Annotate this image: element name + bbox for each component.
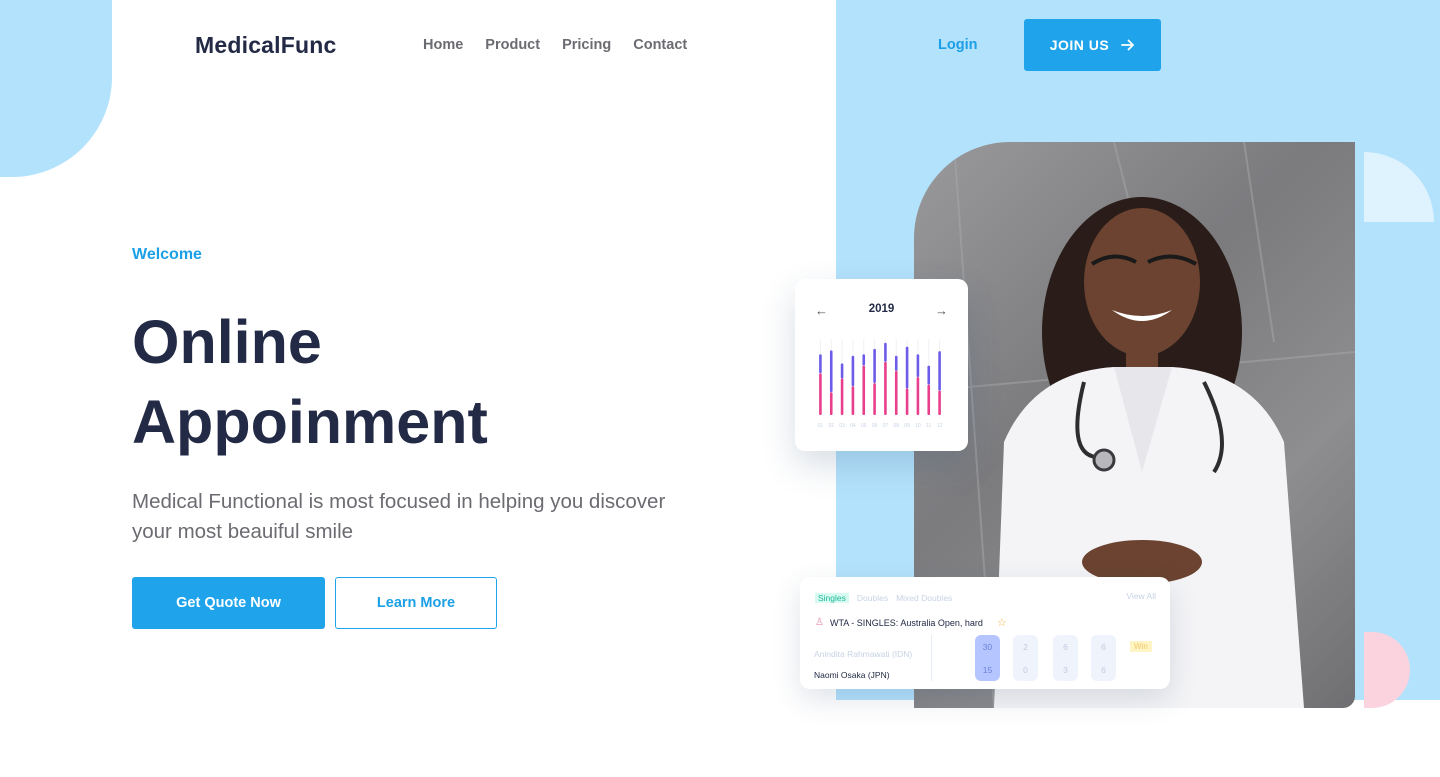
chart-tick-label: 02	[828, 423, 834, 429]
set-score-2: 2 0	[1013, 635, 1038, 681]
chart-tick-label: 12	[937, 423, 943, 429]
arrow-right-icon	[1121, 39, 1135, 51]
hero-title-line2: Appoinment	[132, 388, 488, 456]
get-quote-button[interactable]: Get Quote Now	[132, 577, 325, 629]
chart-tick-label: 07	[883, 423, 889, 429]
chart-bar-series-1	[938, 390, 941, 415]
set-score-1: 30 15	[975, 635, 1000, 681]
next-year-arrow-icon[interactable]: →	[935, 303, 948, 318]
set-3-bottom: 3	[1063, 664, 1068, 675]
chart-bar-series-2	[927, 365, 931, 385]
chart-tick-label: 01	[818, 423, 824, 429]
view-all-link[interactable]: View All	[1126, 591, 1156, 601]
join-us-label: JOIN US	[1049, 37, 1110, 53]
chart-bar-series-1	[840, 378, 844, 415]
players-list: Anindita Rahmawati (IDN) Naomi Osaka (JP…	[814, 644, 912, 686]
set-4-top: 6	[1101, 641, 1106, 652]
main-nav: Home Product Pricing Contact	[423, 37, 687, 53]
welcome-label: Welcome	[132, 246, 202, 263]
chart-bar-series-1	[851, 386, 855, 415]
chart-tick-label: 11	[926, 423, 931, 429]
chart-bar-series-1	[927, 384, 931, 415]
chart-tick-label: 03	[839, 423, 845, 429]
learn-more-button[interactable]: Learn More	[335, 577, 497, 629]
win-badge: Win	[1130, 641, 1152, 652]
chart-bar-series-1	[905, 388, 909, 415]
match-label: WTA - SINGLES: Australia Open, hard	[829, 617, 983, 628]
tab-singles[interactable]: Singles	[815, 593, 849, 603]
chart-card: ← 2019 → 01 02 03 04 05 06 07 08 09 10 11 12	[795, 279, 968, 451]
chart-bar-series-2	[894, 355, 898, 371]
chart-tick-label: 06	[872, 423, 878, 429]
chart-bar-series-2	[905, 346, 909, 389]
chart-header: ← 2019 →	[795, 303, 968, 318]
chart-bar-series-2	[829, 350, 833, 393]
chart-bar-series-1	[829, 392, 833, 415]
chart-bar-series-2	[862, 354, 866, 366]
hero-title-line1: Online	[132, 308, 322, 376]
hero-title: Online Appoinment	[132, 302, 692, 462]
chart-bar-series-2	[819, 354, 822, 374]
set-2-top: 2	[1023, 641, 1028, 652]
chart-bar-series-1	[884, 361, 887, 415]
nav-home[interactable]: Home	[423, 37, 463, 53]
chart-bar-series-2	[851, 355, 855, 387]
chart-bar-series-1	[819, 373, 822, 415]
set-2-bottom: 0	[1023, 664, 1028, 675]
chart-bar-series-2	[884, 342, 887, 362]
bar-chart: 01 02 03 04 05 06 07 08 09 10 11 12	[818, 339, 943, 429]
nav-pricing[interactable]: Pricing	[562, 37, 611, 53]
logo[interactable]: MedicalFunc	[195, 32, 337, 59]
match-title: ♙ WTA - SINGLES: Australia Open, hard ☆	[815, 616, 1007, 629]
nav-product[interactable]: Product	[485, 37, 540, 53]
chart-bar-series-2	[938, 351, 941, 391]
chart-bar-series-1	[862, 365, 866, 415]
prev-year-arrow-icon[interactable]: ←	[815, 303, 828, 318]
nav-contact[interactable]: Contact	[633, 37, 687, 53]
top-left-decoration	[0, 0, 112, 177]
tab-mixed-doubles[interactable]: Mixed Doubles	[896, 593, 952, 603]
score-tabs: Singles Doubles Mixed Doubles	[815, 593, 952, 603]
tab-doubles[interactable]: Doubles	[857, 593, 888, 603]
join-us-button[interactable]: JOIN US	[1024, 19, 1161, 71]
chart-bar-series-1	[916, 377, 920, 415]
player-2: Naomi Osaka (JPN)	[814, 670, 890, 680]
score-divider	[931, 635, 932, 681]
set-3-top: 6	[1063, 641, 1068, 652]
chart-bar-series-1	[894, 370, 898, 415]
bottom-white-band	[836, 700, 1440, 777]
login-link[interactable]: Login	[938, 37, 977, 53]
chart-tick-label: 09	[904, 423, 910, 429]
chart-bar-series-2	[840, 363, 844, 379]
set-1-bottom: 15	[982, 664, 993, 675]
chart-tick-label: 10	[915, 423, 921, 429]
chart-tick-label: 05	[861, 423, 867, 429]
chart-tick-label: 04	[850, 423, 856, 429]
chart-year: 2019	[868, 303, 895, 315]
chart-bar-series-2	[916, 354, 920, 377]
chart-bar-series-2	[873, 348, 876, 384]
score-card: Singles Doubles Mixed Doubles View All ♙…	[800, 577, 1170, 689]
chart-tick-label: 08	[893, 423, 899, 429]
set-1-top: 30	[982, 641, 993, 652]
person-icon: ♙	[815, 617, 824, 628]
set-4-bottom: 6	[1101, 664, 1106, 675]
player-1: Anindita Rahmawati (IDN)	[814, 649, 913, 659]
set-score-3: 6 3	[1053, 635, 1078, 681]
star-icon[interactable]: ☆	[997, 616, 1007, 629]
set-score-4: 6 6	[1091, 635, 1116, 681]
hero-subtitle: Medical Functional is most focused in he…	[132, 490, 666, 543]
chart-bar-series-1	[873, 383, 876, 415]
